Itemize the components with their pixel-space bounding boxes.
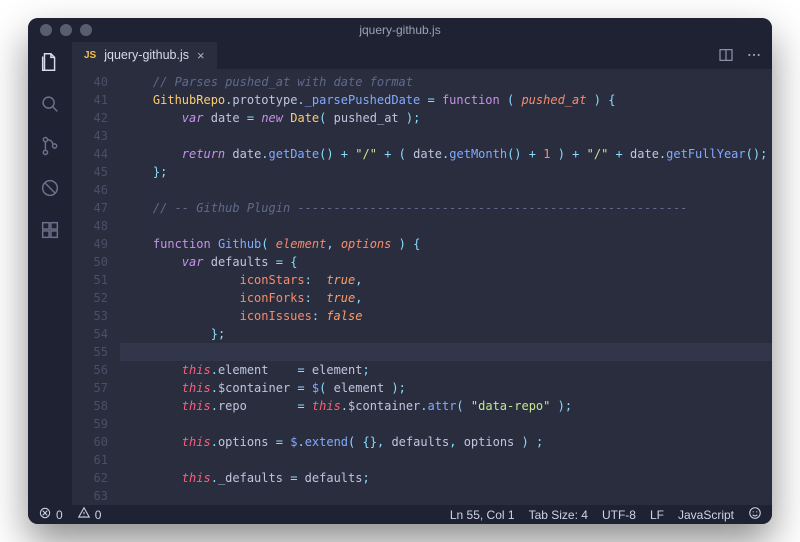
line-number: 46 (72, 181, 108, 199)
code-line[interactable] (120, 343, 772, 361)
code-line[interactable]: function Github( element, options ) { (124, 235, 772, 253)
code-line[interactable] (124, 415, 772, 433)
split-editor-icon[interactable] (718, 47, 734, 63)
code-line[interactable]: var defaults = { (124, 253, 772, 271)
code-line[interactable]: }; (124, 163, 772, 181)
error-icon (38, 506, 52, 523)
error-count: 0 (56, 508, 63, 522)
feedback-icon[interactable] (748, 506, 762, 523)
tab-label: jquery-github.js (104, 48, 189, 62)
editor-actions (708, 42, 772, 69)
main-area: JS jquery-github.js × 404142434445464748… (28, 42, 772, 505)
code-line[interactable]: this.repo = this.$container.attr( "data-… (124, 397, 772, 415)
language-mode[interactable]: JavaScript (678, 508, 734, 522)
code-line[interactable]: this.element = element; (124, 361, 772, 379)
editor-window: jquery-github.js JS (28, 18, 772, 524)
line-number: 57 (72, 379, 108, 397)
extensions-icon[interactable] (38, 218, 62, 242)
line-number: 43 (72, 127, 108, 145)
problems-status[interactable]: 0 0 (38, 506, 101, 523)
line-number: 56 (72, 361, 108, 379)
code-line[interactable]: // -- Github Plugin --------------------… (124, 199, 772, 217)
line-number: 54 (72, 325, 108, 343)
debug-icon[interactable] (38, 176, 62, 200)
window-title: jquery-github.js (28, 23, 772, 37)
line-number: 44 (72, 145, 108, 163)
line-number: 52 (72, 289, 108, 307)
line-number-gutter: 4041424344454647484950515253545556575859… (72, 69, 120, 505)
code-line[interactable] (124, 127, 772, 145)
line-number: 45 (72, 163, 108, 181)
warning-icon (77, 506, 91, 523)
activity-bar (28, 42, 72, 505)
code-line[interactable] (124, 451, 772, 469)
code-line[interactable]: return date.getDate() + "/" + ( date.get… (124, 145, 772, 163)
line-number: 61 (72, 451, 108, 469)
line-number: 53 (72, 307, 108, 325)
line-number: 40 (72, 73, 108, 91)
line-number: 42 (72, 109, 108, 127)
line-number: 58 (72, 397, 108, 415)
line-number: 41 (72, 91, 108, 109)
source-control-icon[interactable] (38, 134, 62, 158)
close-icon[interactable]: × (197, 48, 205, 63)
line-number: 47 (72, 199, 108, 217)
javascript-file-icon: JS (84, 50, 96, 61)
warning-count: 0 (95, 508, 102, 522)
code-line[interactable]: this._defaults = defaults; (124, 469, 772, 487)
encoding-status[interactable]: UTF-8 (602, 508, 636, 522)
code-line[interactable]: GithubRepo.prototype._parsePushedDate = … (124, 91, 772, 109)
eol-status[interactable]: LF (650, 508, 664, 522)
tab-jquery-github-js[interactable]: JS jquery-github.js × (72, 42, 217, 69)
editor-group: JS jquery-github.js × 404142434445464748… (72, 42, 772, 505)
code-editor[interactable]: 4041424344454647484950515253545556575859… (72, 69, 772, 505)
code-line[interactable] (124, 181, 772, 199)
more-actions-icon[interactable] (746, 47, 762, 63)
line-number: 62 (72, 469, 108, 487)
line-number: 55 (72, 343, 108, 361)
line-number: 48 (72, 217, 108, 235)
code-line[interactable]: }; (124, 325, 772, 343)
code-line[interactable]: iconIssues: false (124, 307, 772, 325)
tab-bar: JS jquery-github.js × (72, 42, 772, 69)
line-number: 59 (72, 415, 108, 433)
cursor-position[interactable]: Ln 55, Col 1 (450, 508, 515, 522)
line-number: 49 (72, 235, 108, 253)
code-line[interactable]: var date = new Date( pushed_at ); (124, 109, 772, 127)
explorer-icon[interactable] (38, 50, 62, 74)
line-number: 50 (72, 253, 108, 271)
status-bar: 0 0 Ln 55, Col 1 Tab Size: 4 UTF-8 LF Ja… (28, 505, 772, 524)
search-icon[interactable] (38, 92, 62, 116)
code-line[interactable] (124, 487, 772, 505)
code-line[interactable]: this.options = $.extend( {}, defaults, o… (124, 433, 772, 451)
code-line[interactable]: // Parses pushed_at with date format (124, 73, 772, 91)
title-bar: jquery-github.js (28, 18, 772, 42)
code-line[interactable]: iconForks: true, (124, 289, 772, 307)
code-line[interactable]: iconStars: true, (124, 271, 772, 289)
line-number: 51 (72, 271, 108, 289)
code-line[interactable]: this.$container = $( element ); (124, 379, 772, 397)
line-number: 63 (72, 487, 108, 505)
code-line[interactable] (124, 217, 772, 235)
line-number: 60 (72, 433, 108, 451)
indentation-status[interactable]: Tab Size: 4 (529, 508, 588, 522)
code-content[interactable]: // Parses pushed_at with date format Git… (120, 69, 772, 505)
